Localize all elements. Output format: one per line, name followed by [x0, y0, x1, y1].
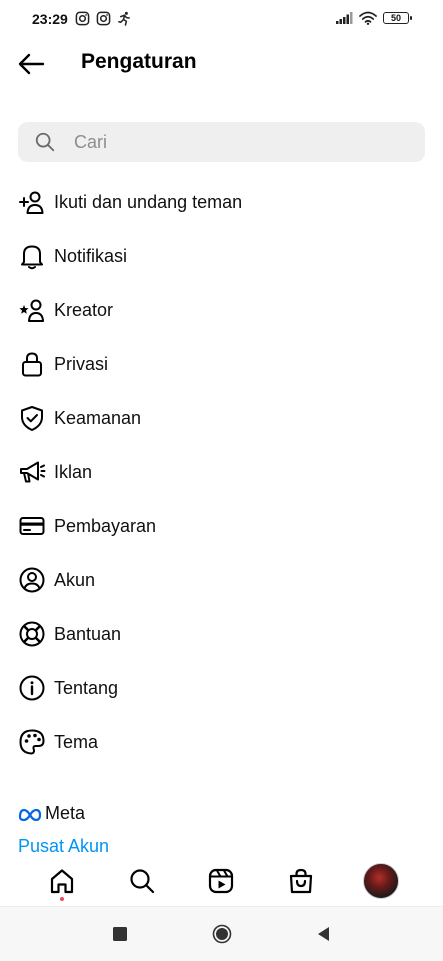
status-bar: 23:29 50	[0, 0, 443, 40]
settings-menu: Ikuti dan undang teman Notifikasi Kreato…	[0, 175, 443, 769]
lifebuoy-icon	[18, 620, 46, 648]
signal-icon	[336, 12, 353, 24]
accounts-center-link[interactable]: Pusat Akun	[18, 836, 109, 857]
nav-home-button[interactable]	[40, 859, 84, 903]
instagram-icon	[75, 11, 90, 26]
instagram-icon	[96, 11, 111, 26]
meta-brand: Meta	[18, 803, 85, 824]
meta-text: Meta	[45, 803, 86, 823]
bell-icon	[18, 242, 46, 270]
shield-check-icon	[18, 404, 46, 432]
menu-item-label: Kreator	[54, 299, 114, 320]
home-system-button[interactable]	[202, 914, 242, 954]
system-navigation-bar	[0, 906, 443, 961]
nav-profile-button[interactable]	[359, 859, 403, 903]
back-system-button[interactable]	[304, 914, 344, 954]
page-title: Pengaturan	[81, 50, 197, 73]
nav-shop-button[interactable]	[279, 859, 323, 903]
menu-item-help[interactable]: Bantuan	[0, 607, 443, 661]
search-icon	[35, 132, 55, 152]
status-time: 23:29	[32, 11, 68, 27]
menu-item-account[interactable]: Akun	[0, 553, 443, 607]
menu-item-label: Pembayaran	[54, 515, 157, 536]
arrow-left-icon	[18, 53, 45, 75]
add-person-icon	[18, 188, 46, 216]
menu-item-label: Keamanan	[54, 407, 142, 428]
menu-item-ads[interactable]: Iklan	[0, 445, 443, 499]
wifi-icon	[359, 11, 377, 25]
battery-level: 50	[390, 13, 401, 23]
lock-icon	[18, 350, 46, 378]
menu-item-label: Tentang	[54, 677, 119, 698]
triangle-back-icon	[317, 927, 329, 941]
nav-reels-button[interactable]	[199, 859, 243, 903]
status-system-icons: 50	[336, 11, 412, 25]
square-icon	[112, 927, 127, 941]
shop-icon	[290, 868, 313, 894]
menu-item-creator[interactable]: Kreator	[0, 283, 443, 337]
meta-logo-icon	[18, 808, 42, 821]
menu-item-label: Privasi	[54, 353, 109, 374]
menu-item-payments[interactable]: Pembayaran	[0, 499, 443, 553]
menu-item-label: Ikuti dan undang teman	[54, 191, 243, 212]
battery-icon: 50	[383, 12, 412, 24]
menu-item-notifications[interactable]: Notifikasi	[0, 229, 443, 283]
status-notification-icons	[75, 11, 132, 26]
menu-item-label: Bantuan	[54, 623, 122, 644]
circle-icon	[212, 924, 231, 944]
palette-icon	[18, 728, 46, 756]
search-input[interactable]	[72, 130, 376, 154]
menu-item-label: Iklan	[54, 461, 93, 482]
search-bar[interactable]	[18, 122, 425, 162]
home-icon	[50, 869, 73, 894]
profile-avatar	[363, 863, 400, 899]
nav-search-button[interactable]	[120, 859, 164, 903]
recents-button[interactable]	[100, 914, 140, 954]
star-person-icon	[18, 296, 46, 324]
app-header: Pengaturan	[0, 40, 443, 88]
bottom-nav	[0, 856, 443, 906]
running-person-icon	[118, 11, 130, 26]
menu-item-follow-invite[interactable]: Ikuti dan undang teman	[0, 175, 443, 229]
menu-item-theme[interactable]: Tema	[0, 715, 443, 769]
account-circle-icon	[18, 566, 46, 594]
megaphone-icon	[18, 458, 46, 486]
menu-item-about[interactable]: Tentang	[0, 661, 443, 715]
back-button[interactable]	[14, 48, 48, 80]
menu-item-privacy[interactable]: Privasi	[0, 337, 443, 391]
menu-item-label: Tema	[54, 731, 99, 752]
search-icon	[130, 869, 154, 894]
menu-item-label: Notifikasi	[54, 245, 128, 266]
notification-dot	[59, 897, 64, 901]
reels-icon	[209, 868, 234, 894]
card-icon	[18, 512, 46, 540]
info-icon	[18, 674, 46, 702]
menu-item-security[interactable]: Keamanan	[0, 391, 443, 445]
menu-item-label: Akun	[54, 569, 96, 590]
